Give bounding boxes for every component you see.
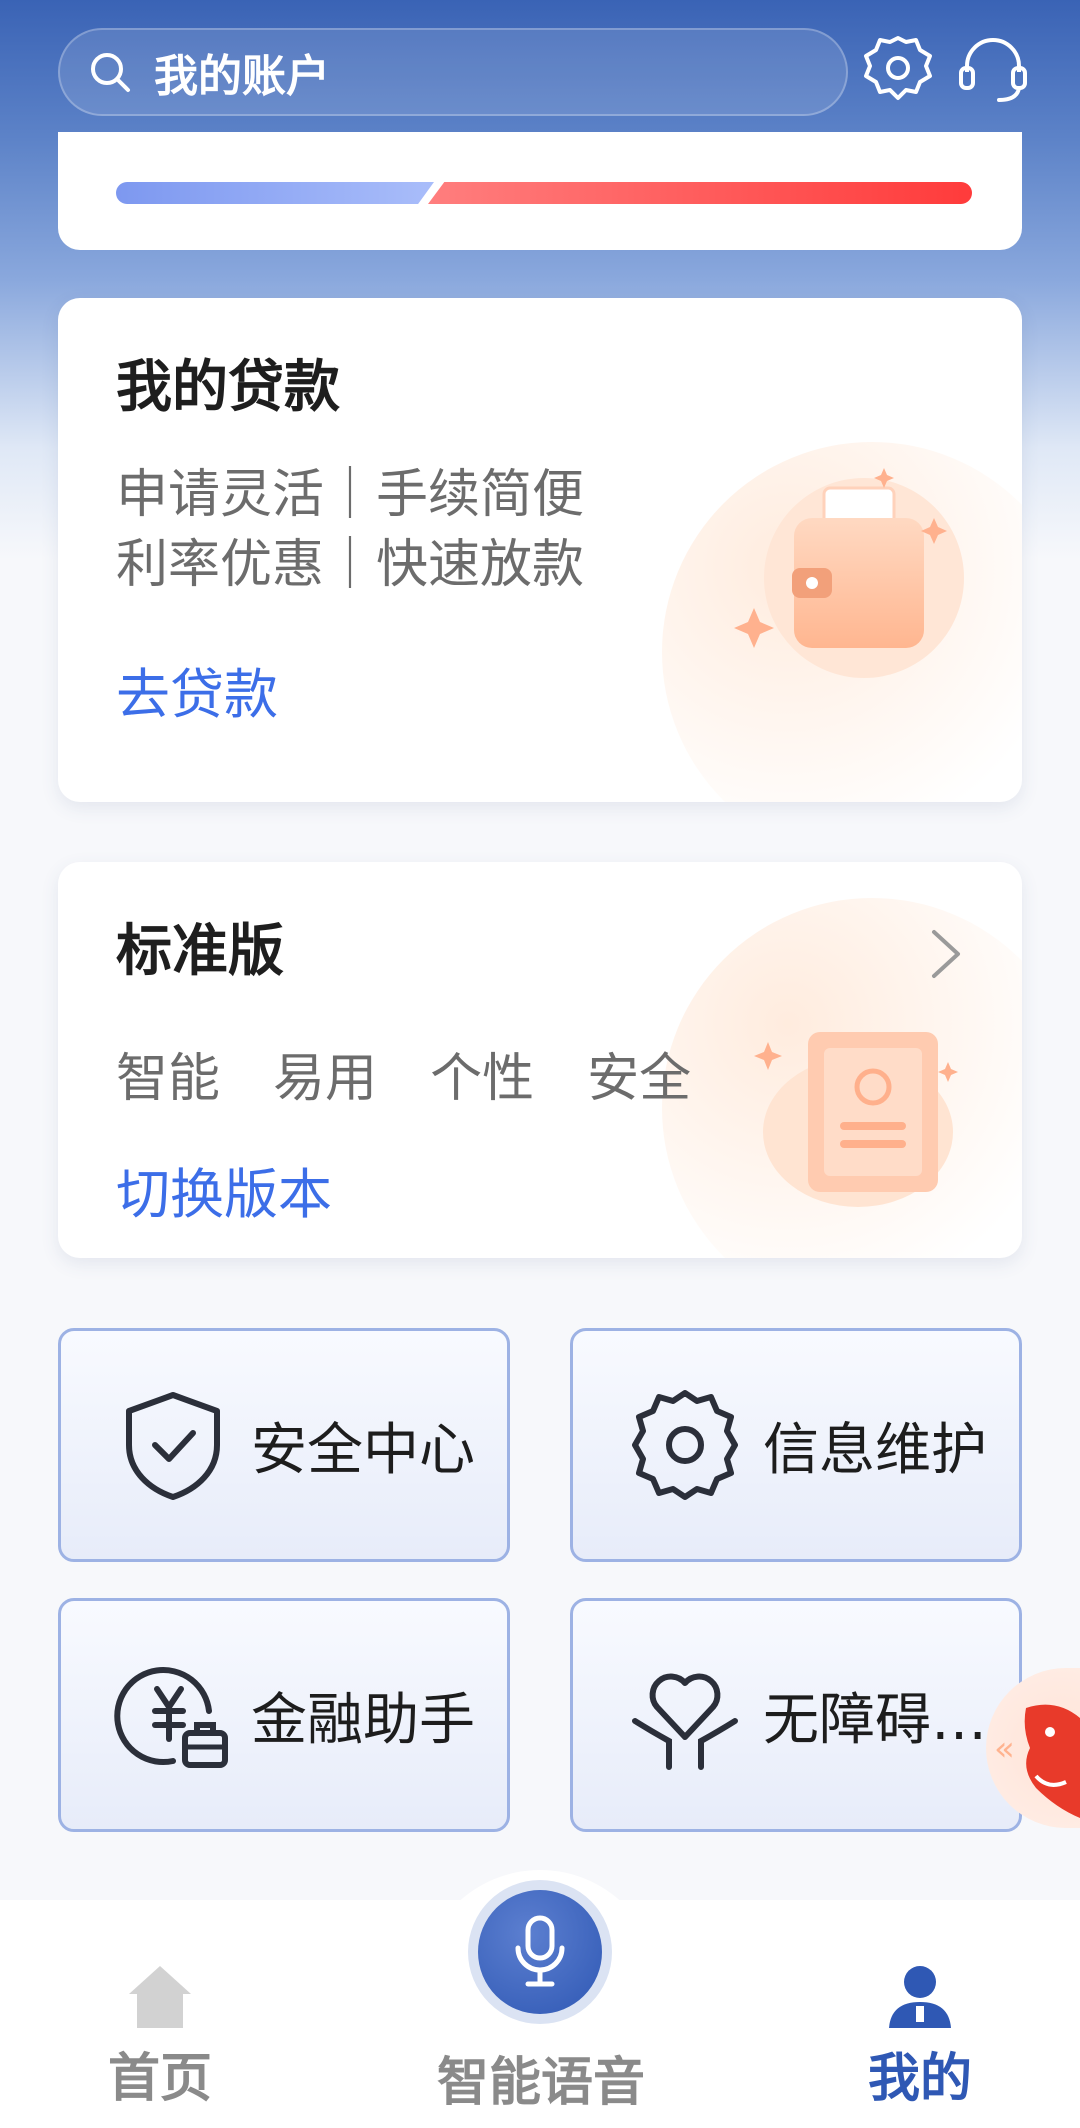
user-icon xyxy=(889,1966,951,2028)
search-icon xyxy=(91,53,130,92)
gear-icon xyxy=(632,1390,738,1500)
wallet-illustration-icon xyxy=(734,468,964,678)
shield-check-icon xyxy=(126,1392,220,1500)
nav-home-label: 首页 xyxy=(107,2049,212,2109)
tile-finance-assistant[interactable]: 金融助手 xyxy=(58,1598,510,1832)
customer-service-icon[interactable] xyxy=(955,32,1031,108)
search-bar[interactable]: 我的账户 xyxy=(58,28,848,116)
nav-mine[interactable]: 我的 xyxy=(840,1962,1000,2111)
microphone-icon xyxy=(515,1915,565,1987)
switch-version-link[interactable]: 切换版本 xyxy=(116,1150,332,1229)
progress-segment-blue xyxy=(116,182,434,204)
voice-button-inner xyxy=(478,1890,602,2014)
nav-mine-label: 我的 xyxy=(867,2049,972,2109)
loan-card[interactable]: 我的贷款 申请灵活｜手续简便 利率优惠｜快速放款 去贷款 xyxy=(58,298,1022,802)
tile-info-maintenance[interactable]: 信息维护 xyxy=(570,1328,1022,1562)
loan-card-title: 我的贷款 xyxy=(116,355,340,420)
yuan-briefcase-icon xyxy=(114,1667,228,1768)
heart-hands-icon xyxy=(632,1673,738,1770)
tile-accessibility[interactable]: 无障碍… xyxy=(570,1598,1022,1832)
version-features: 智能 易用 个性 安全 xyxy=(116,1049,692,1109)
loan-card-line1: 申请灵活｜手续简便 xyxy=(116,465,585,525)
home-icon xyxy=(129,1966,191,2028)
nav-home[interactable]: 首页 xyxy=(100,1962,220,2111)
go-loan-link[interactable]: 去贷款 xyxy=(116,650,278,729)
progress-segment-red xyxy=(428,182,972,204)
nav-voice-label[interactable]: 智能语音 xyxy=(418,2040,664,2115)
svg-text:«: « xyxy=(994,1729,1015,1769)
tile-security-center[interactable]: 安全中心 xyxy=(58,1328,510,1562)
profile-card-illustration-icon xyxy=(754,1032,958,1207)
version-card-title: 标准版 xyxy=(116,919,284,984)
search-text: 我的账户 xyxy=(154,51,330,102)
settings-icon[interactable] xyxy=(860,32,936,108)
tile-label: 信息维护 xyxy=(763,1417,987,1483)
tile-label: 安全中心 xyxy=(251,1417,475,1483)
tile-label: 无障碍… xyxy=(763,1687,987,1753)
voice-button[interactable] xyxy=(468,1880,612,2024)
loan-card-line2: 利率优惠｜快速放款 xyxy=(116,535,585,595)
chevron-right-icon[interactable] xyxy=(926,924,966,984)
tile-label: 金融助手 xyxy=(251,1687,475,1753)
version-card[interactable]: 标准版 智能 易用 个性 安全 切换版本 xyxy=(58,862,1022,1258)
progress-card xyxy=(58,132,1022,250)
